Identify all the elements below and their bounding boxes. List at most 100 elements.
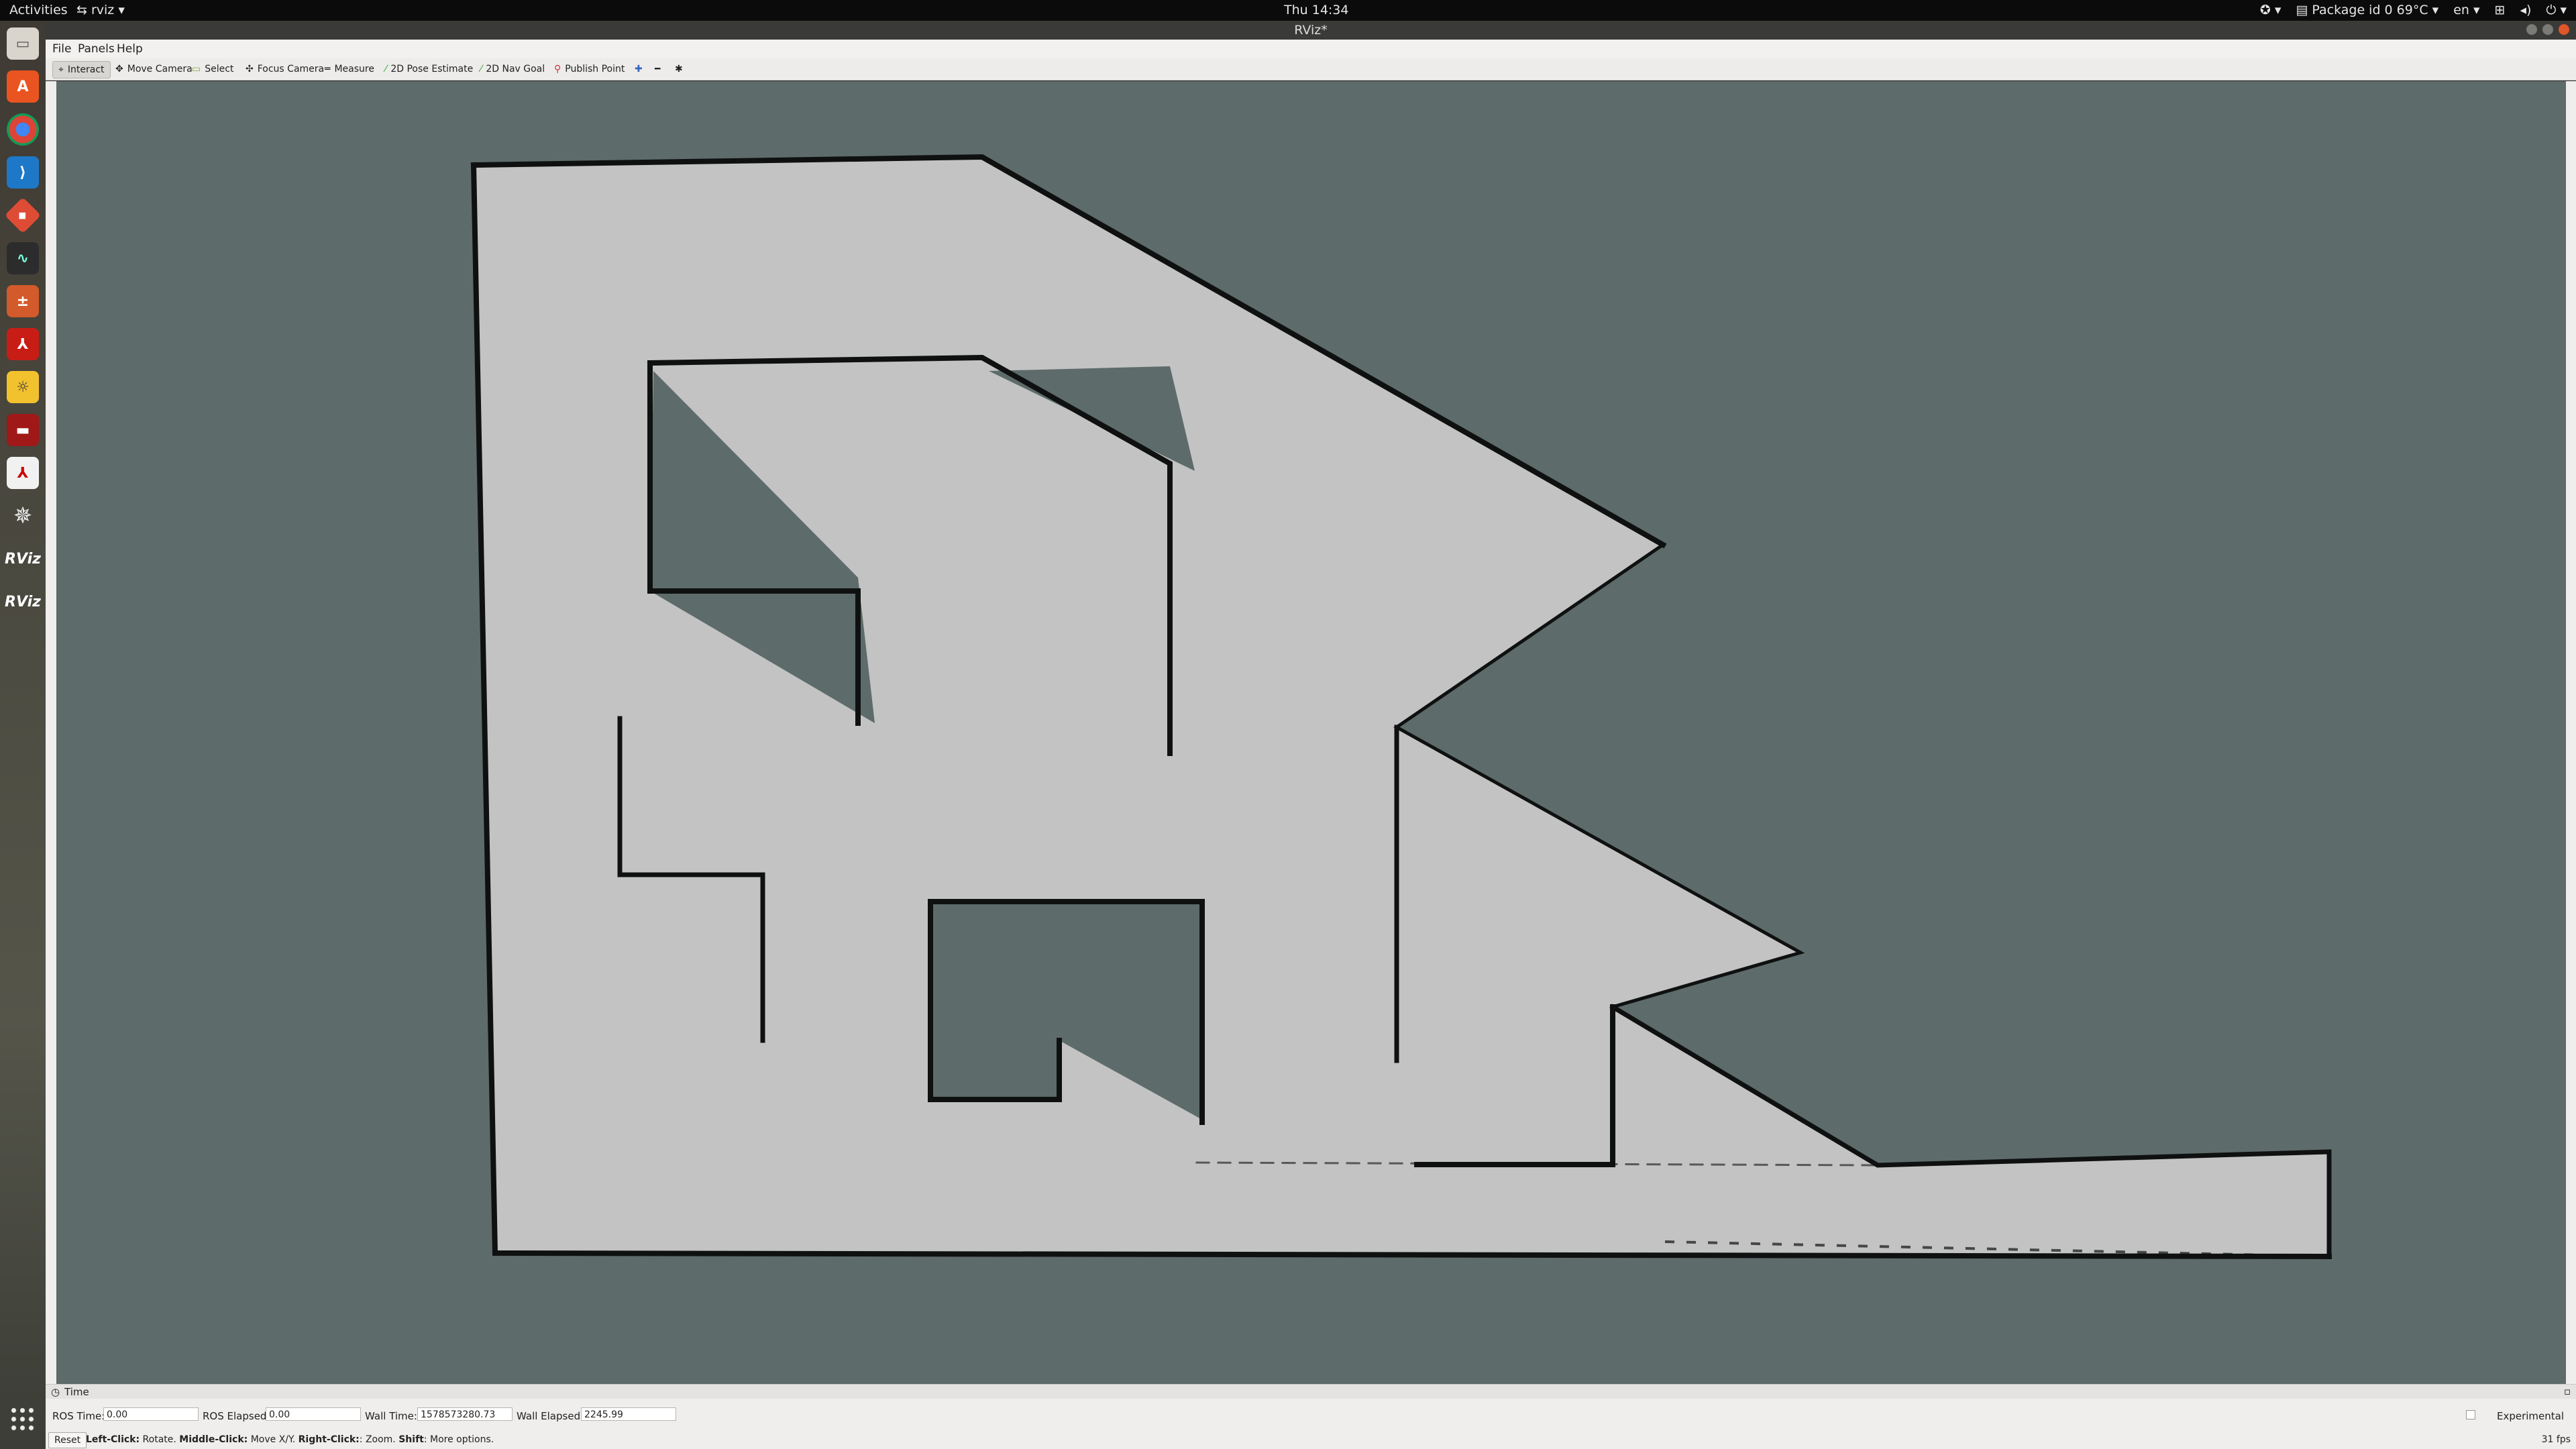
app-menu[interactable]: ⇆ rviz ▾ bbox=[76, 3, 125, 17]
dock: ▭ A ⟩ ◆ ∿ ± ⅄ ☼ ▬ ⅄ ✵ RViz RViz bbox=[0, 21, 46, 1449]
clock-icon: ◷ bbox=[51, 1386, 60, 1398]
time-panel: ROS Time: 0.00 ROS Elapsed: 0.00 Wall Ti… bbox=[46, 1399, 2576, 1431]
bulb-icon[interactable]: ☼ bbox=[7, 371, 39, 403]
status-bar: Reset Left-Click: Rotate. Middle-Click: … bbox=[46, 1431, 2576, 1449]
temperature-indicator[interactable]: ▤ Package id 0 69°C ▾ bbox=[2296, 3, 2438, 17]
clock[interactable]: Thu 14:34 bbox=[1284, 3, 1348, 17]
select-icon: ▭ bbox=[192, 64, 201, 74]
pdf-icon[interactable]: ⅄ bbox=[7, 457, 39, 489]
move-camera-label: Move Camera bbox=[127, 64, 193, 74]
measure-label: Measure bbox=[334, 64, 374, 74]
shift-action: : More options. bbox=[423, 1434, 494, 1445]
wall-time-field[interactable]: 1578573280.73 bbox=[417, 1407, 513, 1421]
activities-button[interactable]: Activities bbox=[9, 3, 68, 17]
show-applications-icon[interactable] bbox=[9, 1406, 36, 1433]
plus-icon: ✚ bbox=[635, 64, 643, 74]
left-click-action: Rotate. bbox=[140, 1434, 180, 1445]
time-panel-title: Time bbox=[64, 1386, 89, 1398]
interact-tool-button[interactable]: ⌖ Interact bbox=[52, 61, 111, 78]
minimize-icon[interactable] bbox=[2526, 24, 2537, 35]
select-tool-button[interactable]: ▭ Select bbox=[186, 61, 239, 77]
time-panel-header[interactable]: ◷ Time ▫ bbox=[46, 1384, 2576, 1399]
minus-icon: ━ bbox=[655, 64, 661, 74]
language-indicator[interactable]: en ▾ bbox=[2453, 3, 2479, 17]
menu-file[interactable]: File bbox=[52, 42, 71, 56]
right-click-action: : Zoom. bbox=[359, 1434, 399, 1445]
nav-goal-label: 2D Nav Goal bbox=[486, 64, 545, 74]
ros-icon[interactable]: ✵ bbox=[7, 500, 39, 532]
publish-point-tool-button[interactable]: ⚲ Publish Point bbox=[549, 61, 630, 77]
software-center-icon[interactable]: A bbox=[7, 70, 39, 103]
power-icon[interactable]: ⏻ ▾ bbox=[2546, 3, 2567, 17]
ruler-icon: ═ bbox=[325, 64, 331, 74]
middle-click-key: Middle-Click: bbox=[179, 1434, 248, 1445]
rviz-dock-label: RViz bbox=[5, 550, 41, 568]
wall-elapsed-label: Wall Elapsed: bbox=[517, 1410, 584, 1422]
nav-goal-tool-button[interactable]: ⁄ 2D Nav Goal bbox=[475, 61, 550, 77]
maximize-icon[interactable] bbox=[2542, 24, 2553, 35]
tool-properties-button[interactable]: ✱ bbox=[669, 61, 688, 77]
files-icon[interactable]: ▭ bbox=[7, 28, 39, 60]
left-dock-collapse[interactable] bbox=[46, 81, 56, 1384]
system-monitor-icon[interactable]: ∿ bbox=[7, 242, 39, 274]
ros-time-field[interactable]: 0.00 bbox=[103, 1407, 199, 1421]
map-free-space bbox=[474, 157, 2329, 1256]
focus-camera-tool-button[interactable]: ✣ Focus Camera bbox=[240, 61, 329, 77]
chrome-icon[interactable] bbox=[7, 113, 39, 146]
right-dock-collapse[interactable] bbox=[2566, 81, 2576, 1384]
git-icon[interactable]: ◆ bbox=[4, 197, 42, 234]
reset-button[interactable]: Reset bbox=[48, 1432, 87, 1448]
close-icon[interactable]: ▫ bbox=[2564, 1385, 2571, 1397]
experimental-checkbox[interactable] bbox=[2466, 1410, 2475, 1419]
window-title-bar[interactable]: RViz* bbox=[46, 21, 2576, 40]
pose-estimate-tool-button[interactable]: ⁄ 2D Pose Estimate bbox=[380, 61, 478, 77]
network-icon[interactable]: ⊞ bbox=[2495, 3, 2506, 17]
move-camera-tool-button[interactable]: ✥ Move Camera bbox=[110, 61, 198, 77]
language-label: en bbox=[2453, 3, 2469, 17]
settings-icon: ✱ bbox=[675, 64, 683, 74]
publish-point-label: Publish Point bbox=[565, 64, 625, 74]
close-icon[interactable] bbox=[2559, 24, 2569, 35]
measure-tool-button[interactable]: ═ Measure bbox=[319, 61, 380, 77]
move-icon: ✥ bbox=[115, 64, 123, 74]
accessibility-icon[interactable]: ✪ ▾ bbox=[2260, 3, 2282, 17]
map-pin-icon: ⚲ bbox=[554, 64, 561, 74]
shift-key: Shift bbox=[398, 1434, 424, 1445]
green-arrow-icon: ⁄ bbox=[480, 64, 482, 74]
menu-panels[interactable]: Panels bbox=[78, 42, 115, 56]
app-menu-label: rviz bbox=[91, 3, 115, 17]
fps-counter: 31 fps bbox=[2541, 1434, 2571, 1445]
green-arrow-icon: ⁄ bbox=[385, 64, 387, 74]
rviz-icon[interactable]: RViz bbox=[5, 543, 41, 575]
rviz-icon[interactable]: RViz bbox=[5, 586, 41, 618]
add-tool-button[interactable]: ✚ bbox=[629, 61, 648, 77]
pose-estimate-label: 2D Pose Estimate bbox=[390, 64, 474, 74]
right-click-key: Right-Click: bbox=[298, 1434, 360, 1445]
interact-label: Interact bbox=[67, 64, 105, 75]
volume-icon[interactable]: ◂) bbox=[2520, 3, 2531, 17]
render-panel[interactable] bbox=[56, 81, 2566, 1384]
focus-camera-label: Focus Camera bbox=[257, 64, 325, 74]
system-tray: ✪ ▾ ▤ Package id 0 69°C ▾ en ▾ ⊞ ◂) ⏻ ▾ bbox=[2260, 3, 2567, 17]
tool-bar: ⌖ Interact ✥ Move Camera ▭ Select ✣ Focus Ca… bbox=[46, 58, 2576, 80]
vscode-icon[interactable]: ⟩ bbox=[7, 156, 39, 189]
ros-elapsed-label: ROS Elapsed: bbox=[203, 1410, 270, 1422]
menu-bar: File Panels Help bbox=[46, 40, 2576, 59]
ros-elapsed-field[interactable]: 0.00 bbox=[266, 1407, 361, 1421]
ros-time-label: ROS Time: bbox=[52, 1410, 105, 1422]
rviz-dock-label: RViz bbox=[5, 593, 41, 610]
remove-tool-button[interactable]: ━ bbox=[649, 61, 665, 77]
window-title: RViz* bbox=[1294, 23, 1328, 38]
menu-help[interactable]: Help bbox=[117, 42, 143, 56]
screen-recorder-icon[interactable]: ▬ bbox=[7, 414, 39, 446]
cursor-icon: ⌖ bbox=[58, 64, 64, 75]
wall-elapsed-field[interactable]: 2245.99 bbox=[581, 1407, 676, 1421]
acrobat-icon[interactable]: ⅄ bbox=[7, 328, 39, 360]
mouse-hint: Left-Click: Rotate. Middle-Click: Move X… bbox=[86, 1434, 494, 1445]
select-label: Select bbox=[205, 64, 234, 74]
experimental-label: Experimental bbox=[2496, 1410, 2564, 1422]
system-top-bar: Activities ⇆ rviz ▾ Thu 14:34 ✪ ▾ ▤ Pack… bbox=[0, 0, 2576, 21]
left-click-key: Left-Click: bbox=[86, 1434, 140, 1445]
calculator-icon[interactable]: ± bbox=[7, 285, 39, 317]
focus-icon: ✣ bbox=[246, 64, 254, 74]
